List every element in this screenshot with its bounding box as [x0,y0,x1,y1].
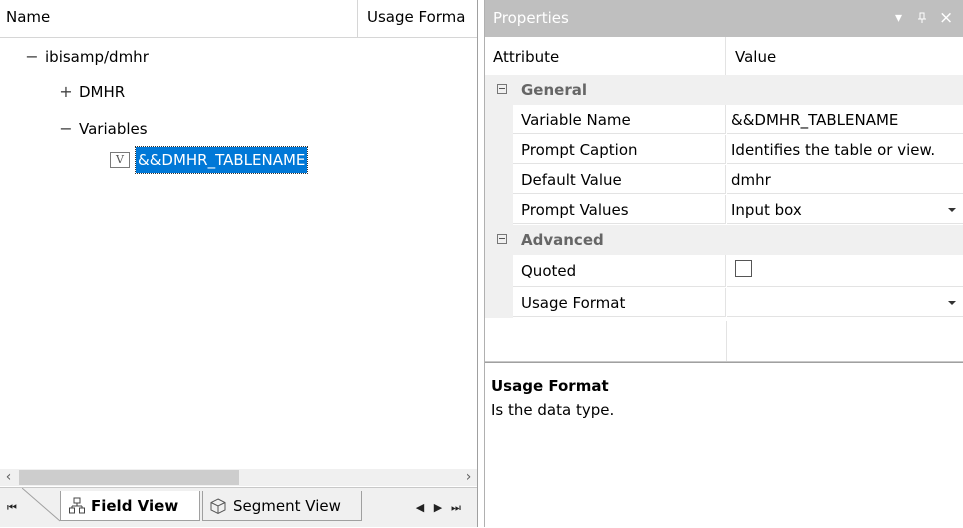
tab-segment-view[interactable]: Segment View [202,491,362,521]
property-name: Prompt Values [513,195,726,224]
properties-title: Properties [493,9,569,27]
property-row-prompt-caption[interactable]: Prompt Caption Identifies the table or v… [485,135,963,165]
category-label: Advanced [521,231,604,249]
tab-label: Segment View [233,496,341,515]
properties-title-bar: Properties ▾ × [485,0,963,37]
expand-toggle-icon[interactable]: + [58,78,74,106]
tree-node-label: DMHR [79,83,126,101]
property-value[interactable]: Identifies the table or view. [727,135,963,164]
property-help-pane: Usage Format Is the data type. [485,362,963,528]
previous-tab-icon[interactable]: ◀ [412,488,428,528]
property-value[interactable] [727,255,963,287]
close-icon[interactable]: × [939,0,953,37]
horizontal-scrollbar[interactable]: ‹ › [0,469,477,486]
last-tab-icon[interactable]: ⏭ [448,488,464,528]
column-header-value: Value [735,48,777,66]
property-name: Prompt Caption [513,135,726,164]
variable-icon: V [110,152,130,168]
scroll-right-icon[interactable]: › [460,469,477,486]
hierarchy-icon [69,497,85,515]
property-value-select[interactable] [727,288,963,317]
category-advanced[interactable]: Advanced [485,225,963,255]
tab-divider [22,488,61,522]
scroll-left-icon[interactable]: ‹ [0,469,17,486]
property-name: Usage Format [513,288,726,317]
property-name: Quoted [513,255,726,287]
tree-node-label-selected[interactable]: &&DMHR_TABLENAME [134,146,309,174]
property-grid-header: Attribute Value [485,37,963,76]
cube-icon [209,497,227,515]
help-description: Is the data type. [491,401,615,419]
help-title: Usage Format [491,377,609,395]
column-header-attribute: Attribute [485,37,726,75]
property-grid-empty-area [485,321,963,362]
column-header-name[interactable]: Name [0,0,358,37]
selected-value: Input box [731,201,802,219]
pin-icon[interactable] [917,0,927,37]
minus-box-icon[interactable] [497,84,507,94]
metadata-tree-pane: Name Usage Forma − ibisamp/dmhr + DMHR −… [0,0,478,527]
collapse-toggle-icon[interactable]: − [58,115,74,143]
quoted-checkbox[interactable] [735,260,752,277]
collapse-toggle-icon[interactable]: − [24,43,40,71]
property-value[interactable]: &&DMHR_TABLENAME [727,105,963,134]
tab-field-view[interactable]: Field View [60,491,200,521]
property-value[interactable]: dmhr [727,165,963,194]
property-row-usage-format[interactable]: Usage Format [485,288,963,318]
category-label: General [521,81,587,99]
column-header-usage-format[interactable]: Usage Forma [359,0,477,37]
property-name: Default Value [513,165,726,194]
chevron-down-icon[interactable] [945,195,959,223]
tree-column-header: Name Usage Forma [0,0,477,38]
scrollbar-thumb[interactable] [19,470,239,485]
property-row-variable-name[interactable]: Variable Name &&DMHR_TABLENAME [485,105,963,135]
chevron-down-icon[interactable] [945,288,959,316]
property-value-select[interactable]: Input box [727,195,963,224]
property-row-quoted[interactable]: Quoted [485,255,963,288]
tree-node-dmhr-tablename[interactable]: V &&DMHR_TABLENAME [110,146,309,174]
minus-box-icon[interactable] [497,234,507,244]
tree-node-dmhr[interactable]: + DMHR [58,78,125,106]
tree-node-ibisamp-dmhr[interactable]: − ibisamp/dmhr [24,43,149,71]
property-name: Variable Name [513,105,726,134]
tree-node-variables[interactable]: − Variables [58,115,148,143]
next-tab-icon[interactable]: ▶ [430,488,446,528]
properties-panel: Properties ▾ × Attribute Value General V… [484,0,963,528]
tree-node-label: Variables [79,120,148,138]
property-row-default-value[interactable]: Default Value dmhr [485,165,963,195]
first-tab-icon[interactable]: ⏮ [4,488,20,528]
tree-node-label: ibisamp/dmhr [45,48,149,66]
tab-label: Field View [91,496,179,515]
category-general[interactable]: General [485,75,963,105]
property-row-prompt-values[interactable]: Prompt Values Input box [485,195,963,225]
view-tab-bar: ⏮ Field View Segment View ◀ ▶ ⏭ [0,487,477,527]
panel-menu-icon[interactable]: ▾ [895,0,902,37]
